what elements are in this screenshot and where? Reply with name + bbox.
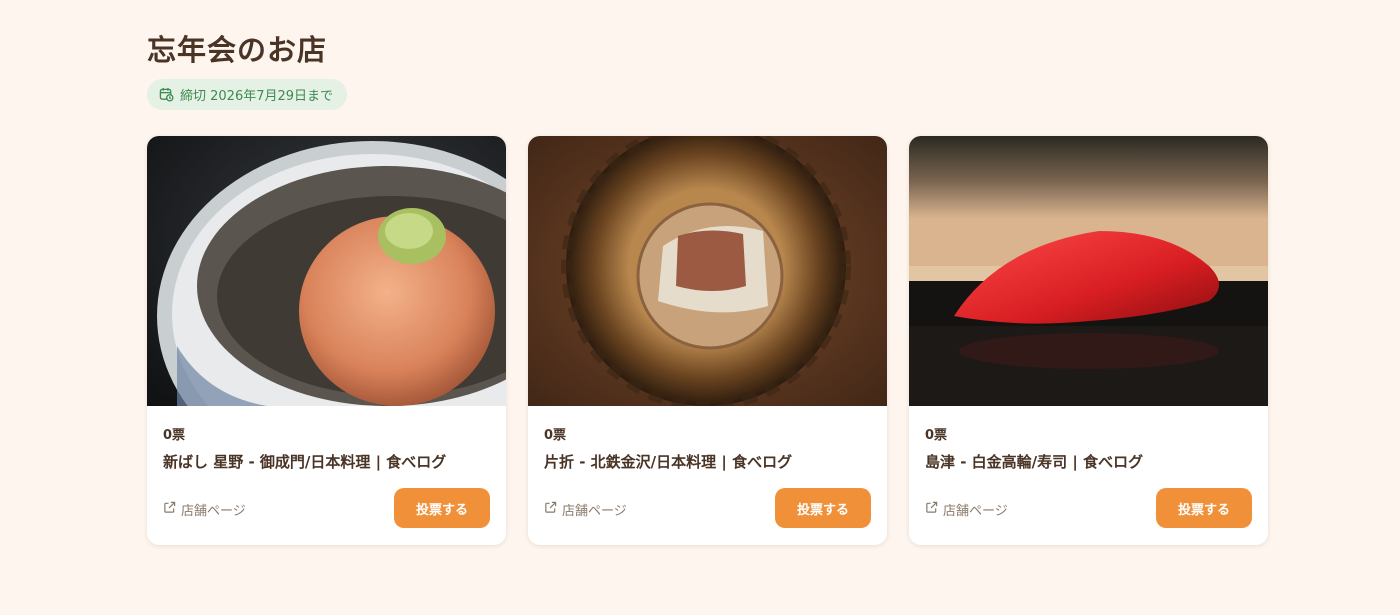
shop-page-link[interactable]: 店舗ページ — [544, 500, 627, 519]
restaurant-card: 0票 片折 - 北鉄金沢/日本料理 | 食べログ 店舗ページ 投票する — [528, 136, 887, 545]
restaurant-photo — [909, 136, 1268, 406]
shop-page-label: 店舗ページ — [181, 504, 246, 519]
restaurant-name: 島津 - 白金高輪/寿司 | 食べログ — [925, 453, 1144, 471]
vote-count: 0票 — [163, 428, 186, 443]
deadline-text: 締切 2026年7月29日まで — [180, 89, 334, 104]
vote-button[interactable]: 投票する — [775, 488, 871, 528]
restaurant-photo — [528, 136, 887, 406]
restaurant-name: 新ばし 星野 - 御成門/日本料理 | 食べログ — [163, 453, 447, 471]
restaurant-card: 0票 島津 - 白金高輪/寿司 | 食べログ 店舗ページ 投票する — [909, 136, 1268, 545]
shop-page-label: 店舗ページ — [562, 504, 627, 519]
shop-page-link[interactable]: 店舗ページ — [925, 500, 1008, 519]
shop-page-link[interactable]: 店舗ページ — [163, 500, 246, 519]
page-title: 忘年会のお店 — [147, 33, 328, 67]
external-link-icon — [925, 501, 938, 518]
vote-button[interactable]: 投票する — [394, 488, 490, 528]
vote-count: 0票 — [544, 428, 567, 443]
restaurant-card-list: 0票 新ばし 星野 - 御成門/日本料理 | 食べログ 店舗ページ 投票する 0… — [147, 136, 1268, 545]
page: 忘年会のお店 締切 2026年7月29日まで 0票 新ばし 星野 - 御成門/日… — [147, 30, 1269, 545]
shop-page-label: 店舗ページ — [943, 504, 1008, 519]
external-link-icon — [544, 501, 557, 518]
restaurant-card: 0票 新ばし 星野 - 御成門/日本料理 | 食べログ 店舗ページ 投票する — [147, 136, 506, 545]
deadline-badge: 締切 2026年7月29日まで — [147, 79, 348, 110]
restaurant-photo — [147, 136, 506, 406]
restaurant-name: 片折 - 北鉄金沢/日本料理 | 食べログ — [544, 453, 793, 471]
calendar-clock-icon — [159, 87, 174, 102]
external-link-icon — [163, 501, 176, 518]
vote-count: 0票 — [925, 428, 948, 443]
vote-button[interactable]: 投票する — [1156, 488, 1252, 528]
